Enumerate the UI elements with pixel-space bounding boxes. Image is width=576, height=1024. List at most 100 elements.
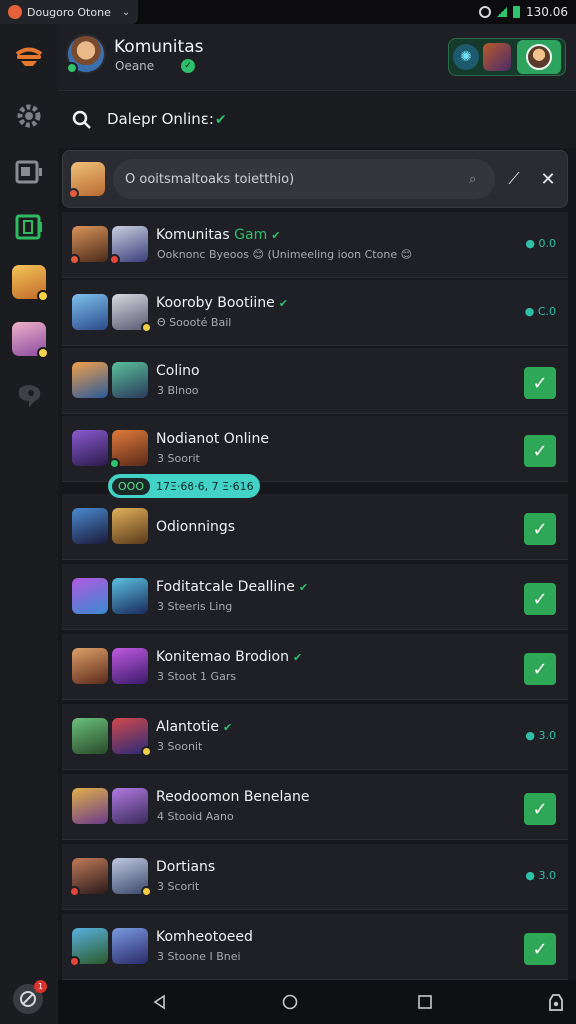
avatar bbox=[72, 648, 108, 684]
section-title: Dalepr Onlinε: bbox=[107, 110, 214, 128]
avatar bbox=[72, 578, 108, 614]
avatar bbox=[112, 718, 152, 757]
list-item-sub: 3 Blnoo bbox=[157, 384, 199, 397]
status-time: 130.06 bbox=[526, 5, 568, 19]
list-item-name: Reodoomon Benelane bbox=[156, 789, 310, 805]
pin-icon[interactable]: ⟋ bbox=[503, 168, 525, 190]
list-item-sub: 3 Scorit bbox=[157, 880, 200, 893]
select-checkbox[interactable]: ✓ bbox=[524, 933, 556, 965]
signal-icon bbox=[497, 7, 507, 17]
list-item[interactable]: Foditatcale Dealline ✔ 3 Steeris Ling ✓ bbox=[62, 564, 568, 630]
list-item-tag: Gam bbox=[234, 227, 268, 243]
select-checkbox[interactable]: ✓ bbox=[524, 513, 556, 545]
avatar bbox=[72, 508, 108, 544]
list-item[interactable]: Konitemao Brodion ✔ 3 Stoot 1 Gars ✓ bbox=[62, 634, 568, 700]
avatar bbox=[69, 928, 108, 967]
home-icon[interactable] bbox=[278, 990, 302, 1014]
status-dot-icon bbox=[109, 458, 120, 469]
back-icon[interactable] bbox=[148, 990, 172, 1014]
activity-pill[interactable]: OOO 17Ξ·6ϐ·6, 7 Ξ·616 bbox=[108, 474, 260, 498]
recents-icon[interactable] bbox=[413, 990, 437, 1014]
notification-badge: 1 bbox=[34, 980, 47, 993]
chevron-down-icon: ⌄ bbox=[121, 6, 131, 18]
avatar bbox=[69, 226, 108, 265]
avatar bbox=[112, 508, 148, 544]
profile-avatar-icon bbox=[526, 44, 552, 70]
eye-icon bbox=[479, 6, 491, 18]
list-item[interactable]: Dortians 3 Scorit ● 3.0 bbox=[62, 844, 568, 910]
fan-icon[interactable]: ✺ bbox=[453, 44, 479, 70]
rail-avatar-1[interactable] bbox=[12, 265, 49, 302]
section-header: Dalepr Onlinε: ✔ bbox=[58, 90, 576, 148]
contact-list: Komunitas Gam ✔ Ooknonc Byeoos 😊 (Unimeel… bbox=[62, 212, 568, 980]
verified-icon: ✓ bbox=[181, 59, 195, 73]
status-dot-icon bbox=[69, 886, 80, 897]
header-avatar-chip[interactable] bbox=[483, 43, 511, 71]
profile-switch-button[interactable] bbox=[517, 40, 561, 74]
header-actions: ✺ bbox=[448, 38, 566, 76]
status-indicator: ● 3.0 bbox=[525, 869, 556, 882]
avatar bbox=[112, 578, 148, 614]
list-item[interactable]: Odionnings ✓ bbox=[62, 494, 568, 560]
avatar bbox=[72, 430, 108, 466]
list-item[interactable]: Reodoomon Benelane 4 Stooid Aano ✓ bbox=[62, 774, 568, 840]
list-item-sub: 4 Stooid Aano bbox=[157, 810, 234, 823]
avatar bbox=[72, 788, 108, 824]
avatar bbox=[72, 294, 108, 330]
list-item-name: Alantotie ✔ bbox=[156, 719, 233, 735]
list-item-sub: Ooknonc Byeoos 😊 (Unimeeling ioon Ctone … bbox=[157, 248, 413, 261]
profile-button[interactable]: 1 bbox=[13, 980, 47, 1014]
activity-pill-left: OOO bbox=[112, 477, 150, 495]
chat-icon[interactable] bbox=[11, 378, 47, 414]
avatar bbox=[112, 362, 148, 398]
status-indicator: ● 3.0 bbox=[525, 729, 556, 742]
verified-icon: ✔ bbox=[292, 651, 303, 664]
list-item-sub: 3 Soorit bbox=[157, 452, 200, 465]
avatar bbox=[112, 858, 152, 897]
list-item[interactable]: Nodianot Online 3 Soorit ✓ bbox=[62, 416, 568, 482]
settings-icon[interactable] bbox=[11, 98, 47, 134]
list-item-name: Odionnings bbox=[156, 519, 236, 535]
rail-avatar-2[interactable] bbox=[12, 322, 49, 359]
select-checkbox[interactable]: ✓ bbox=[524, 793, 556, 825]
list-item-name: Colino bbox=[156, 363, 200, 379]
search-icon[interactable]: ⌕ bbox=[469, 172, 476, 187]
search-input[interactable] bbox=[113, 159, 495, 199]
list-item-sub: Θ Soooté Bail bbox=[157, 316, 232, 329]
verified-icon: ✔ bbox=[215, 112, 227, 128]
tablet-icon[interactable] bbox=[11, 209, 47, 245]
list-item-name: Komheotoeed bbox=[156, 929, 253, 945]
avatar bbox=[109, 430, 148, 469]
select-checkbox[interactable]: ✓ bbox=[524, 367, 556, 399]
navigation-bar bbox=[58, 980, 576, 1024]
select-checkbox[interactable]: ✓ bbox=[524, 435, 556, 467]
avatar[interactable] bbox=[66, 34, 106, 74]
select-checkbox[interactable]: ✓ bbox=[524, 583, 556, 615]
list-item[interactable]: Alantotie ✔ 3 Soonit ● 3.0 bbox=[62, 704, 568, 770]
lock-icon[interactable] bbox=[544, 990, 568, 1014]
list-item-sub: 3 Stoot 1 Gars bbox=[157, 670, 237, 683]
verified-icon: ✔ bbox=[271, 229, 281, 242]
badge-icon bbox=[141, 886, 152, 897]
list-item[interactable]: Komheotoeed 3 Stoone I Bnei ✓ bbox=[62, 914, 568, 980]
verified-icon: ✔ bbox=[222, 721, 233, 734]
status-indicator: ● C.0 bbox=[524, 305, 556, 318]
list-item[interactable]: Kooroby Bootiine ✔ Θ Soooté Bail ● C.0 bbox=[62, 280, 568, 346]
avatar[interactable] bbox=[68, 162, 105, 199]
search-icon[interactable] bbox=[72, 110, 92, 130]
status-app-name: Dougoro Otone bbox=[27, 5, 111, 19]
list-item-sub: 3 Soonit bbox=[157, 740, 203, 753]
avatar-status-icon bbox=[68, 188, 79, 199]
avatar bbox=[72, 362, 108, 398]
window-icon[interactable] bbox=[11, 154, 47, 190]
avatar bbox=[112, 294, 152, 333]
close-icon[interactable]: ✕ bbox=[537, 168, 559, 190]
logo-icon[interactable] bbox=[11, 38, 47, 74]
status-app-indicator[interactable]: Dougoro Otone ⌄ bbox=[0, 0, 139, 24]
list-item[interactable]: Colino 3 Blnoo ✓ bbox=[62, 348, 568, 414]
activity-pill-right: 17Ξ·6ϐ·6, 7 Ξ·616 bbox=[155, 479, 254, 493]
list-item[interactable]: Komunitas Gam ✔ Ooknonc Byeoos 😊 (Unimeel… bbox=[62, 212, 568, 278]
rail-avatar-badge bbox=[37, 290, 49, 302]
select-checkbox[interactable]: ✓ bbox=[524, 653, 556, 685]
status-dot-icon bbox=[69, 956, 80, 967]
